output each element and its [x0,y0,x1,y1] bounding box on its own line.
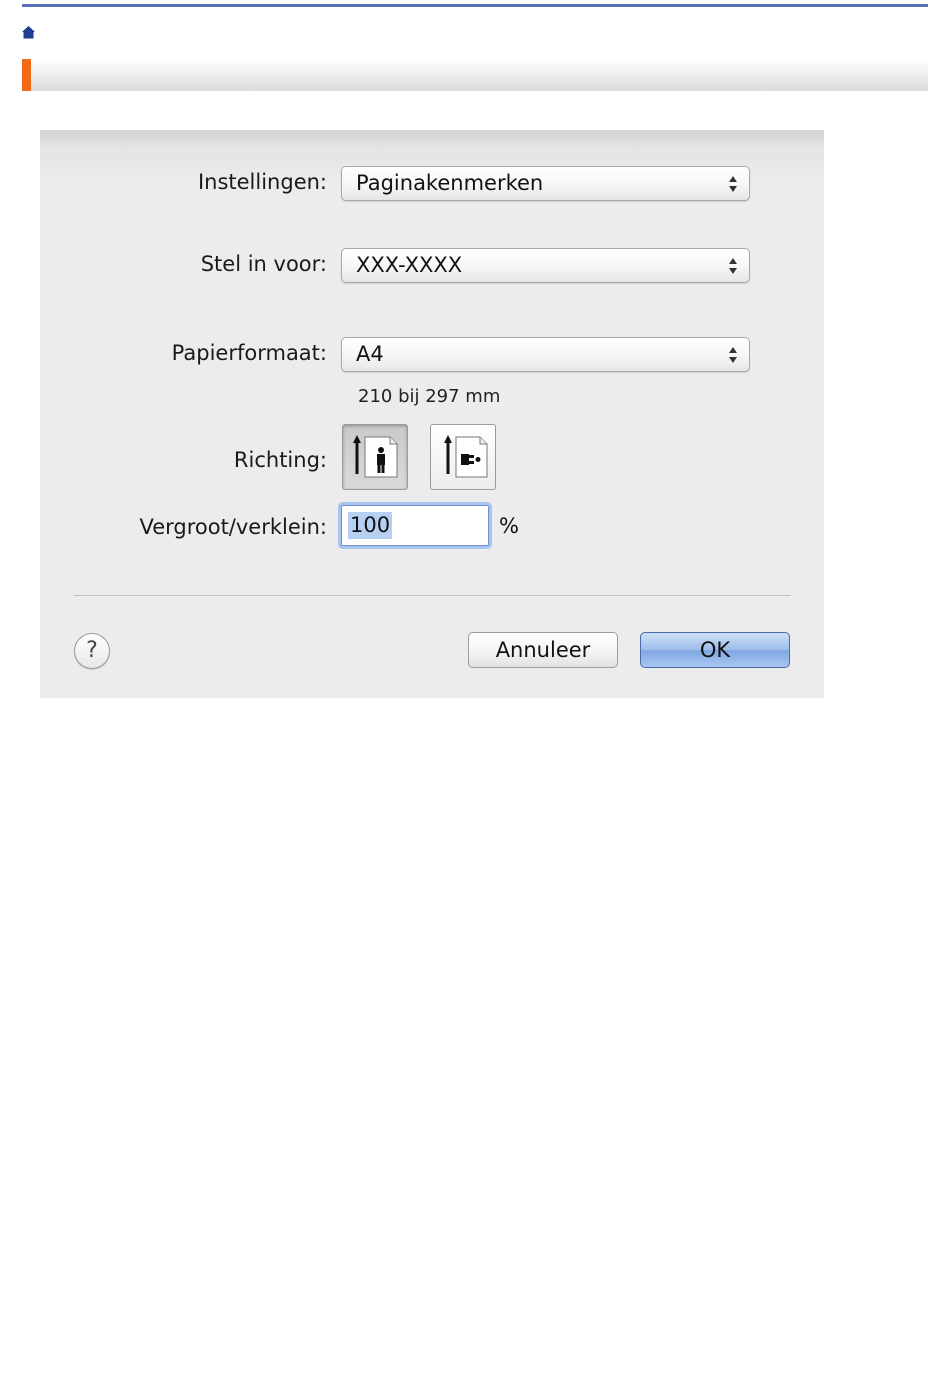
orientation-label: Richting: [233,448,327,472]
popup-arrows-icon [729,347,737,363]
popup-arrows-icon [729,258,737,274]
help-button[interactable]: ? [74,633,110,669]
home-icon[interactable] [21,25,36,40]
page-setup-dialog: Instellingen: Paginakenmerken Stel in vo… [40,130,824,698]
help-icon: ? [86,638,98,663]
ok-button[interactable]: OK [640,632,790,668]
portrait-orientation-button[interactable] [342,424,408,490]
paper-size-label: Papierformaat: [171,341,327,365]
top-rule [22,4,928,7]
format-for-value: XXX-XXXX [356,253,463,277]
scale-input[interactable]: 100 [341,505,489,546]
section-title-bar [22,59,928,91]
separator [74,595,791,596]
scale-unit: % [499,514,519,538]
paper-size-value: A4 [356,342,384,366]
popup-arrows-icon [729,176,737,192]
paper-size-popup[interactable]: A4 [341,337,750,372]
landscape-orientation-icon [444,435,488,478]
portrait-orientation-icon [353,435,398,478]
cancel-button[interactable]: Annuleer [468,632,618,668]
scale-label: Vergroot/verklein: [139,515,327,539]
settings-label: Instellingen: [197,170,327,194]
settings-popup[interactable]: Paginakenmerken [341,166,750,201]
landscape-orientation-button[interactable] [430,424,496,490]
scale-value: 100 [348,512,393,539]
title-accent [22,59,31,91]
format-for-label: Stel in voor: [200,252,327,276]
settings-value: Paginakenmerken [356,171,544,195]
paper-dimensions: 210 bij 297 mm [358,386,501,407]
format-for-popup[interactable]: XXX-XXXX [341,248,750,283]
